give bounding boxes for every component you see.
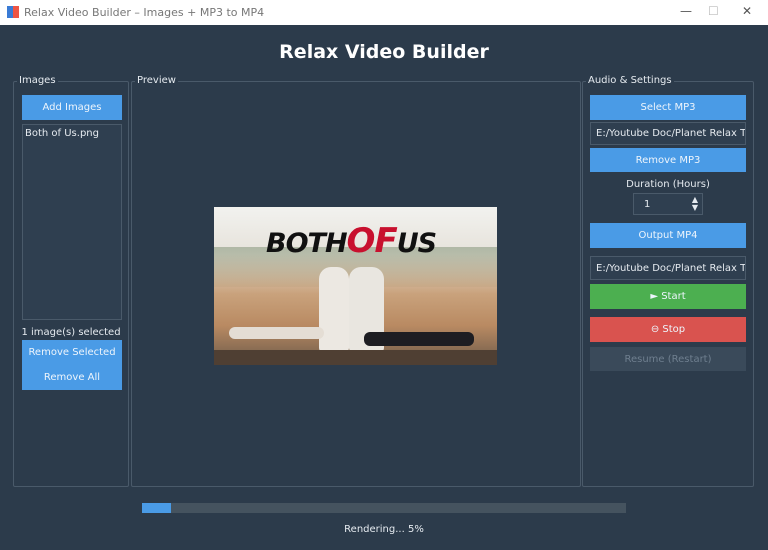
window-title: Relax Video Builder – Images + MP3 to MP… <box>24 6 265 19</box>
image-list[interactable]: Both of Us.png <box>22 124 122 320</box>
audio-group-label: Audio & Settings <box>586 75 674 86</box>
stop-button[interactable]: ⊖ Stop <box>590 317 746 342</box>
app-icon <box>7 6 19 18</box>
output-path-input[interactable]: E:/Youtube Doc/Planet Relax Time <box>590 256 746 280</box>
duration-spinbox[interactable]: 1 ▲ ▼ <box>633 193 703 215</box>
close-button[interactable]: ✕ <box>742 4 752 18</box>
duration-label: Duration (Hours) <box>626 179 710 190</box>
maximize-button[interactable]: ☐ <box>708 4 719 18</box>
list-item[interactable]: Both of Us.png <box>23 125 121 142</box>
preview-image: BOTHOFUS <box>214 207 497 365</box>
minimize-button[interactable]: — <box>680 4 692 18</box>
add-images-button[interactable]: Add Images <box>22 95 122 120</box>
progress-fill <box>142 503 172 513</box>
remove-all-button[interactable]: Remove All <box>22 365 122 390</box>
images-group-label: Images <box>17 75 58 86</box>
select-mp3-button[interactable]: Select MP3 <box>590 95 746 120</box>
preview-group-label: Preview <box>135 75 178 86</box>
duration-value: 1 <box>644 198 651 210</box>
title-bar: Relax Video Builder – Images + MP3 to MP… <box>0 0 768 25</box>
output-mp4-button[interactable]: Output MP4 <box>590 223 746 248</box>
resume-button[interactable]: Resume (Restart) <box>590 347 746 371</box>
remove-selected-button[interactable]: Remove Selected <box>22 340 122 365</box>
selection-status: 1 image(s) selected <box>21 327 121 338</box>
start-button[interactable]: ► Start <box>590 284 746 309</box>
progress-status: Rendering... 5% <box>344 524 424 535</box>
progress-bar <box>142 503 626 513</box>
remove-mp3-button[interactable]: Remove MP3 <box>590 148 746 172</box>
app-title: Relax Video Builder <box>279 41 489 63</box>
spin-arrows-icon[interactable]: ▲ ▼ <box>692 196 698 212</box>
mp3-path-input[interactable]: E:/Youtube Doc/Planet Relax Time <box>590 122 746 145</box>
